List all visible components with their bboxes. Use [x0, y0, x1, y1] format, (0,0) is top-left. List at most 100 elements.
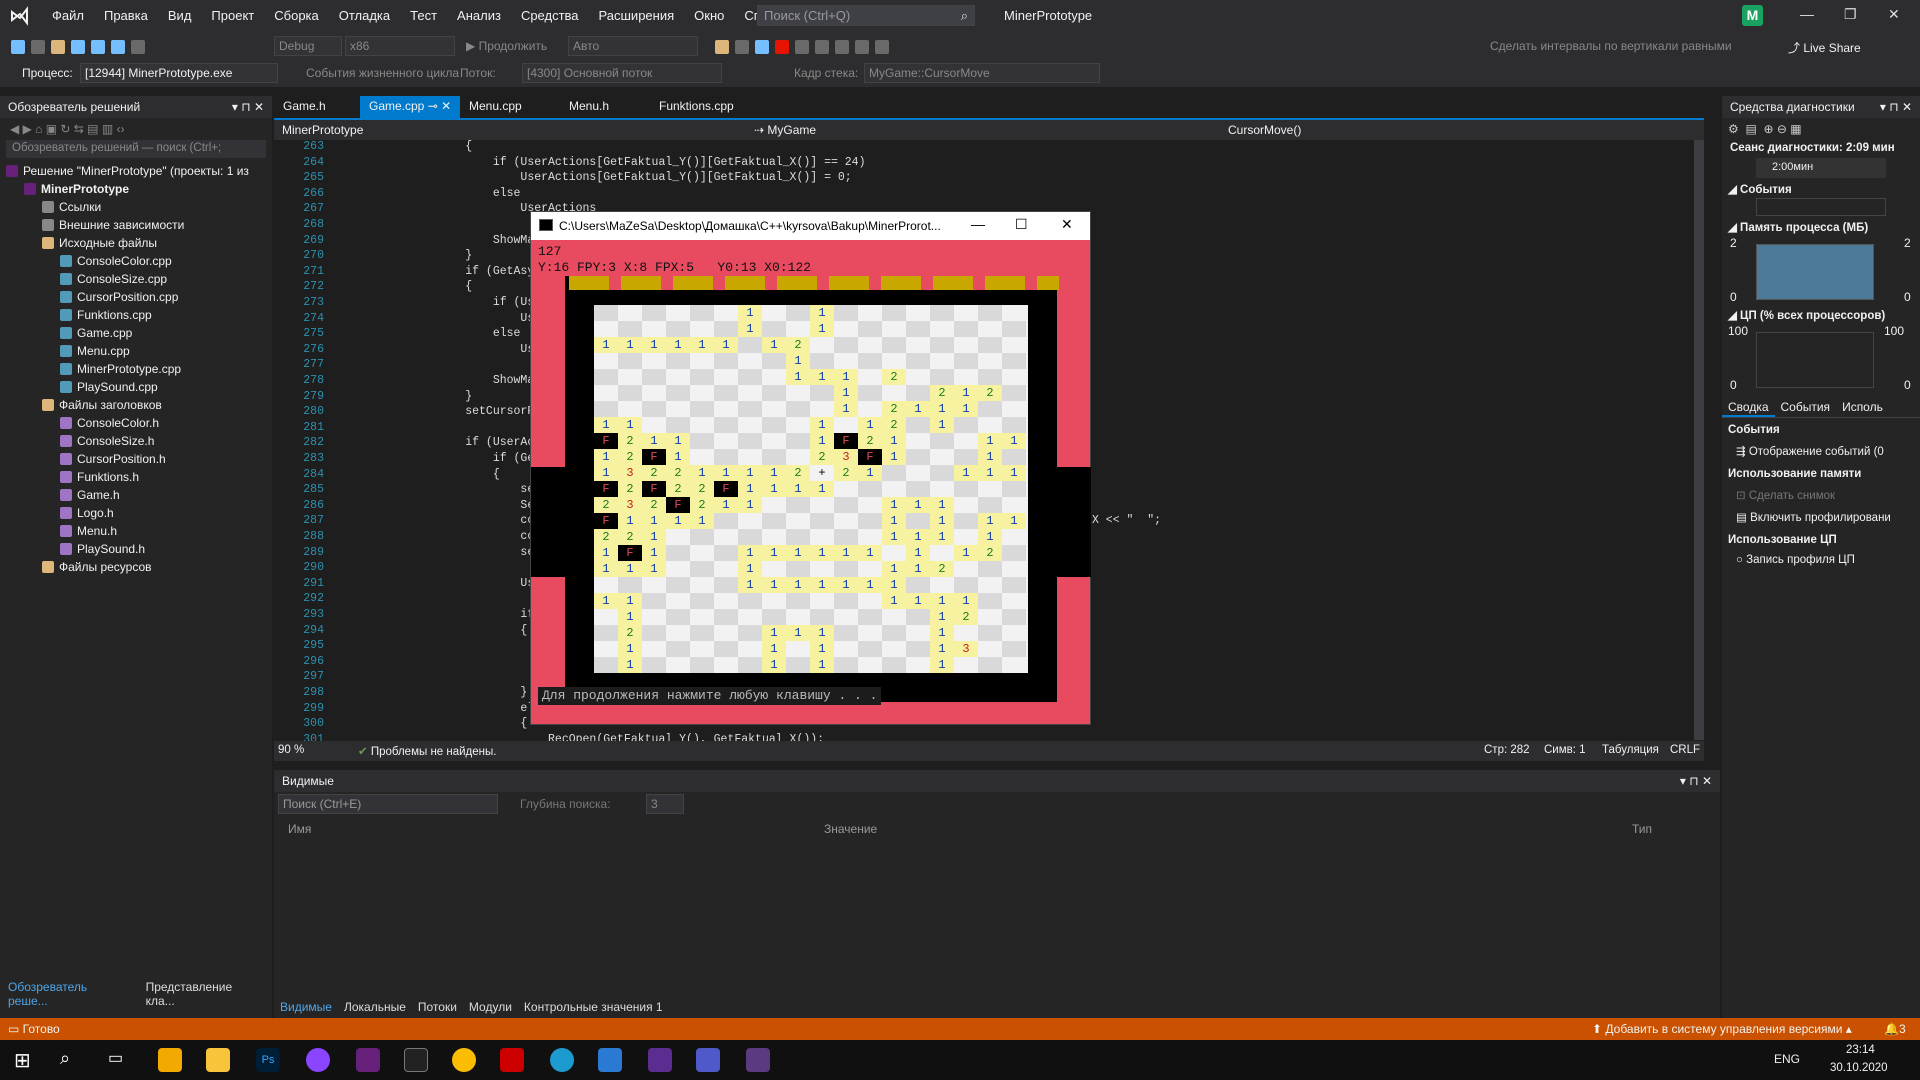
field-cell-number[interactable]: 1 [978, 449, 1002, 465]
field-cell-number[interactable]: 1 [810, 641, 834, 657]
field-cell-hidden[interactable] [594, 305, 618, 321]
field-cell-number[interactable]: 1 [834, 385, 858, 401]
code-line[interactable]: else [410, 187, 521, 200]
field-cell-hidden[interactable] [738, 641, 762, 657]
field-cell-number[interactable]: 1 [930, 641, 954, 657]
field-cell-number[interactable]: 3 [618, 497, 642, 513]
field-cell-hidden[interactable] [930, 305, 954, 321]
field-cell-number[interactable]: 1 [930, 513, 954, 529]
field-cell-number[interactable]: 1 [762, 625, 786, 641]
field-cell-hidden[interactable] [1002, 561, 1026, 577]
field-cell-number[interactable]: 1 [714, 337, 738, 353]
field-cell-number[interactable]: 1 [642, 433, 666, 449]
field-cell-hidden[interactable] [1002, 449, 1026, 465]
field-cell-hidden[interactable] [714, 545, 738, 561]
field-cell-number[interactable]: 1 [618, 593, 642, 609]
field-cell-hidden[interactable] [1002, 353, 1026, 369]
field-cell-hidden[interactable] [594, 353, 618, 369]
field-cell-hidden[interactable] [666, 369, 690, 385]
field-cell-hidden[interactable] [978, 609, 1002, 625]
field-cell-number[interactable]: 1 [978, 529, 1002, 545]
field-cell-hidden[interactable] [690, 321, 714, 337]
field-cell-number[interactable]: 1 [666, 433, 690, 449]
zoom-in-icon[interactable]: ⊕ [1763, 122, 1773, 136]
hot-reload-icon[interactable] [715, 39, 729, 54]
field-cell-number[interactable]: 1 [714, 465, 738, 481]
zoom-level[interactable]: 90 % [278, 744, 304, 756]
code-line[interactable]: } [410, 686, 527, 699]
field-cell-hidden[interactable] [930, 577, 954, 593]
field-cell-hidden[interactable] [978, 337, 1002, 353]
field-cell-hidden[interactable] [858, 353, 882, 369]
field-cell-hidden[interactable] [666, 321, 690, 337]
field-cell-hidden[interactable] [690, 577, 714, 593]
chrome-icon[interactable] [452, 1048, 476, 1072]
document-tab[interactable]: Menu.cpp [460, 96, 531, 118]
problems-status[interactable]: ✔ Проблемы не найдены. [358, 744, 496, 758]
field-cell-flag[interactable]: F [618, 545, 642, 561]
field-cell-hidden[interactable] [690, 609, 714, 625]
tree-item[interactable]: ConsoleSize.cpp [6, 270, 272, 288]
console-maximize-icon[interactable]: ☐ [1015, 216, 1028, 233]
field-cell-hidden[interactable] [762, 529, 786, 545]
field-cell-number[interactable]: 2 [978, 385, 1002, 401]
continue-button[interactable]: ▶ Продолжить [466, 39, 547, 53]
teams-icon[interactable] [696, 1048, 720, 1072]
field-cell-hidden[interactable] [738, 369, 762, 385]
field-cell-number[interactable]: 1 [738, 497, 762, 513]
field-cell-hidden[interactable] [786, 433, 810, 449]
field-cell-hidden[interactable] [978, 417, 1002, 433]
field-cell-number[interactable]: 2 [642, 465, 666, 481]
field-cell-hidden[interactable] [642, 577, 666, 593]
field-cell-number[interactable]: 1 [738, 305, 762, 321]
field-cell-hidden[interactable] [690, 545, 714, 561]
avatar[interactable]: M [1742, 5, 1763, 26]
tree-item[interactable]: PlaySound.h [6, 540, 272, 558]
field-cell-number[interactable]: 2 [690, 497, 714, 513]
field-cell-hidden[interactable] [762, 497, 786, 513]
field-cell-number[interactable]: 2 [930, 561, 954, 577]
field-cell-hidden[interactable] [930, 321, 954, 337]
nav-project-select[interactable]: MinerPrototype [278, 121, 748, 141]
field-cell-number[interactable]: 1 [810, 577, 834, 593]
minesweeper-field[interactable]: 11111111111211112121212111111121F2111F21… [594, 305, 1028, 673]
tree-item[interactable]: Внешние зависимости [6, 216, 272, 234]
field-cell-number[interactable]: 1 [810, 305, 834, 321]
vs-icon[interactable] [356, 1048, 380, 1072]
field-cell-number[interactable]: 1 [906, 545, 930, 561]
field-cell-hidden[interactable] [786, 657, 810, 673]
field-cell-hidden[interactable] [762, 369, 786, 385]
field-cell-hidden[interactable] [786, 529, 810, 545]
field-cell-number[interactable]: 1 [810, 417, 834, 433]
field-cell-hidden[interactable] [834, 353, 858, 369]
field-cell-flag[interactable]: F [642, 449, 666, 465]
field-cell-number[interactable]: 1 [954, 593, 978, 609]
field-cell-number[interactable]: 2 [618, 433, 642, 449]
diag-tab[interactable]: Исполь [1836, 398, 1889, 417]
field-cell-number[interactable]: 1 [882, 561, 906, 577]
field-cell-hidden[interactable] [906, 353, 930, 369]
field-cell-hidden[interactable] [858, 513, 882, 529]
field-cell-hidden[interactable] [882, 657, 906, 673]
field-cell-number[interactable]: 1 [738, 321, 762, 337]
field-cell-hidden[interactable] [834, 321, 858, 337]
diag-tab[interactable]: События [1775, 398, 1837, 417]
field-cell-hidden[interactable] [762, 305, 786, 321]
field-cell-hidden[interactable] [882, 609, 906, 625]
field-cell-hidden[interactable] [906, 513, 930, 529]
field-cell-hidden[interactable] [858, 369, 882, 385]
field-cell-number[interactable]: 1 [594, 417, 618, 433]
field-cell-hidden[interactable] [954, 305, 978, 321]
field-cell-flag[interactable]: F [714, 481, 738, 497]
field-cell-number[interactable]: 1 [786, 353, 810, 369]
field-cell-number[interactable]: 2 [882, 401, 906, 417]
field-cell-hidden[interactable] [906, 385, 930, 401]
field-cell-hidden[interactable] [882, 385, 906, 401]
field-cell-hidden[interactable] [714, 401, 738, 417]
eol-mode[interactable]: CRLF [1670, 744, 1700, 756]
field-cell-hidden[interactable] [738, 625, 762, 641]
field-cell-number[interactable]: 1 [906, 561, 930, 577]
code-line[interactable]: } [410, 249, 472, 262]
field-cell-hidden[interactable] [834, 609, 858, 625]
field-cell-hidden[interactable] [714, 385, 738, 401]
